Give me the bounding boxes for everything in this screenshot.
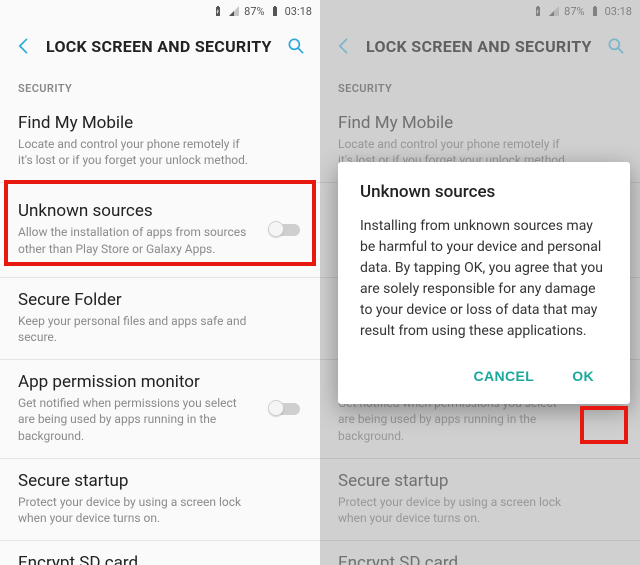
section-security: SECURITY (0, 70, 320, 101)
item-sub: Allow the installation of apps from sour… (18, 224, 302, 256)
status-bar: 87% 03:18 (0, 0, 320, 22)
ok-button[interactable]: OK (558, 358, 608, 394)
toggle-unknown-sources[interactable] (268, 221, 302, 239)
item-title: Encrypt SD card (18, 553, 302, 565)
item-title: App permission monitor (18, 372, 302, 392)
signal-icon (228, 5, 240, 17)
item-find-my-mobile[interactable]: Find My Mobile Locate and control your p… (0, 101, 320, 182)
cancel-button[interactable]: CANCEL (459, 358, 548, 394)
item-title: Secure startup (18, 471, 302, 491)
battery-saver-icon (212, 5, 224, 17)
chevron-left-icon (14, 36, 34, 56)
page-title: LOCK SCREEN AND SECURITY (46, 37, 280, 56)
battery-text: 87% (244, 5, 264, 18)
item-secure-folder[interactable]: Secure Folder Keep your personal files a… (0, 278, 320, 359)
item-title: Secure Folder (18, 290, 302, 310)
search-icon (286, 36, 306, 56)
dialog-message: Installing from unknown sources may be h… (360, 216, 608, 342)
item-sub: Keep your personal files and apps safe a… (18, 313, 302, 345)
search-button[interactable] (280, 30, 312, 62)
item-sub: Get notified when permissions you select… (18, 395, 302, 444)
item-app-permission-monitor[interactable]: App permission monitor Get notified when… (0, 360, 320, 458)
item-sub: Protect your device by using a screen lo… (18, 494, 302, 526)
dialog-actions: CANCEL OK (360, 358, 608, 394)
phone-right: 87% 03:18 LOCK SCREEN AND SECURITY SECUR… (320, 0, 640, 565)
item-encrypt-sd[interactable]: Encrypt SD card No SD card inserted (0, 541, 320, 565)
item-title: Unknown sources (18, 201, 302, 221)
item-unknown-sources[interactable]: Unknown sources Allow the installation o… (0, 183, 320, 276)
phone-left: 87% 03:18 LOCK SCREEN AND SECURITY SECUR… (0, 0, 320, 565)
item-secure-startup[interactable]: Secure startup Protect your device by us… (0, 459, 320, 540)
dialog-title: Unknown sources (360, 182, 608, 202)
clock-text: 03:18 (285, 5, 312, 18)
item-sub: Locate and control your phone remotely i… (18, 136, 302, 168)
back-button[interactable] (8, 30, 40, 62)
battery-icon (269, 5, 281, 17)
toggle-app-permission-monitor[interactable] (268, 400, 302, 418)
app-bar: LOCK SCREEN AND SECURITY (0, 22, 320, 70)
item-title: Find My Mobile (18, 113, 302, 133)
dialog-unknown-sources: Unknown sources Installing from unknown … (338, 162, 630, 404)
